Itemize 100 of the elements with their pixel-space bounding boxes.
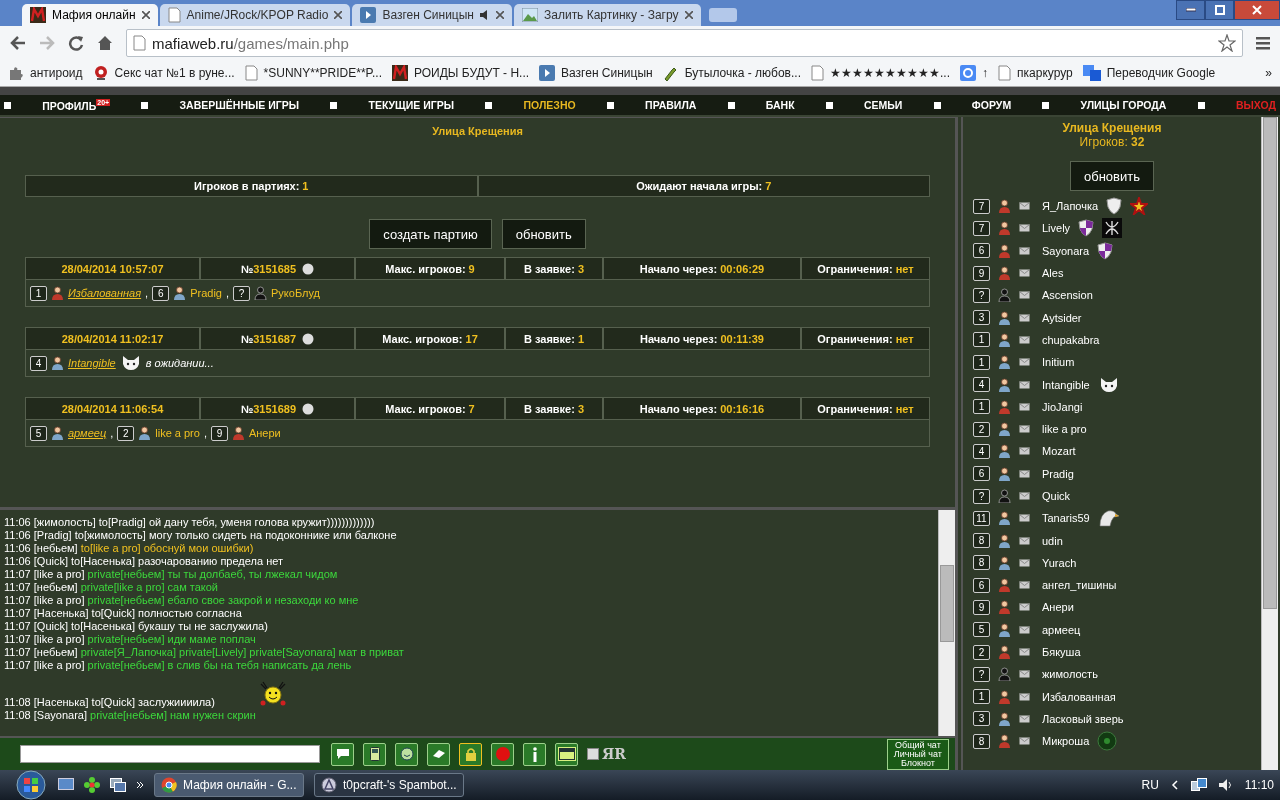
more-bookmarks-button[interactable]: » [1265,66,1272,80]
network-icon[interactable] [1190,778,1207,792]
chevron-icon[interactable] [136,781,144,789]
player-name[interactable]: Pradig [1042,467,1074,480]
mail-icon[interactable] [1019,603,1030,612]
channel-link[interactable]: Общий чат [895,740,941,750]
mail-icon[interactable] [1019,536,1030,545]
mail-icon[interactable] [1019,447,1030,456]
browser-tab[interactable]: Вазген Синицын [352,4,512,26]
browser-tab[interactable]: Залить Картинку - Загру [514,4,701,26]
checkbox[interactable] [587,748,599,760]
player-name[interactable]: Tanaris59 [1042,512,1090,525]
mail-icon[interactable] [1019,358,1030,367]
player-name[interactable]: Quick [1042,490,1071,502]
bookmark[interactable]: Бутылочка - любов... [662,65,801,81]
mail-icon[interactable] [1019,224,1030,233]
action-button[interactable]: создать партию [369,219,492,249]
nav-link[interactable]: ПОЛЕЗНО [523,99,576,111]
player-name[interactable]: Избалованная [1042,690,1116,703]
menu-icon[interactable] [1256,36,1270,50]
player-name[interactable]: Избалованная [68,287,142,299]
channel-link[interactable]: Личный чат [893,749,942,759]
nav-link[interactable]: ФОРУМ [971,99,1012,111]
address-bar[interactable]: mafiaweb.ru/games/main.php [126,29,1243,57]
flower-icon[interactable] [84,777,100,793]
mail-icon[interactable] [1019,581,1030,590]
player-name[interactable]: Ales [1042,267,1064,280]
language-indicator[interactable]: RU [1141,778,1159,792]
player-name[interactable]: Aytsider [1042,311,1082,324]
mail-icon[interactable] [1019,492,1030,500]
tool-button[interactable] [491,742,514,766]
close-icon[interactable] [141,11,150,19]
tool-button[interactable] [363,742,386,766]
close-icon[interactable] [496,11,504,19]
player-name[interactable]: chupakabra [1042,333,1100,346]
mail-icon[interactable] [1019,335,1030,344]
nav-link[interactable]: СЕМЬИ [864,99,903,111]
mail-icon[interactable] [1019,313,1030,322]
player-name[interactable]: Анери [1042,601,1074,614]
player-name[interactable]: Yurach [1042,556,1077,569]
player-name[interactable]: армеец [1042,623,1081,636]
player-name[interactable]: like a pro [1042,423,1087,436]
action-button[interactable]: обновить [501,219,586,249]
bookmark[interactable]: Переводчик Google [1082,65,1216,81]
mail-icon[interactable] [1019,380,1030,389]
player-name[interactable]: Бякуша [1042,646,1081,659]
bookmark[interactable]: антироид [8,65,83,81]
bookmark[interactable]: Секс чат №1 в руне... [92,65,235,81]
nav-link[interactable]: БАНК [765,99,795,111]
tool-button[interactable] [395,742,418,766]
bookmark[interactable]: ↑ [960,65,988,81]
mail-icon[interactable] [1019,402,1030,411]
mail-icon[interactable] [1019,625,1030,634]
nav-link[interactable]: ПРОФИЛЬ$^{20+}$ [42,98,111,112]
player-name[interactable]: Микроша [1042,735,1090,748]
scrollbar[interactable] [1261,117,1278,770]
bookmark-star-icon[interactable] [1218,34,1236,52]
tool-button[interactable] [555,742,578,766]
bookmark[interactable]: Вазген Синицын [539,65,653,81]
close-button[interactable] [1234,0,1280,20]
mail-icon[interactable] [1019,291,1030,300]
mail-icon[interactable] [1019,246,1030,255]
player-name[interactable]: армеец [68,427,107,439]
tool-button[interactable] [331,742,354,766]
nav-link[interactable]: УЛИЦЫ ГОРОДА [1080,99,1167,111]
maximize-button[interactable] [1205,0,1234,20]
bookmark[interactable]: ★★★★★★★★★★... [811,65,950,81]
taskbar-button[interactable]: Мафия онлайн - G... [154,773,304,797]
player-name[interactable]: Я_Лапочка [1042,200,1099,213]
player-name[interactable]: Lively [1042,222,1071,235]
window-switch-icon[interactable] [110,778,126,792]
refresh-button[interactable]: обновить [1070,161,1154,191]
browser-tab[interactable]: Anime/JRock/KPOP Radio [159,4,351,26]
bookmark[interactable]: пкаркурур [998,65,1073,81]
mail-icon[interactable] [1019,269,1030,278]
speaker-icon[interactable] [1218,779,1233,791]
player-name[interactable]: udin [1042,534,1063,547]
nav-link[interactable]: ЗАВЕРШЁННЫЕ ИГРЫ [179,99,300,111]
bookmark[interactable]: РОИДЫ БУДУТ - Н... [392,65,530,81]
nav-link[interactable]: ТЕКУЩИЕ ИГРЫ [368,99,455,111]
close-icon[interactable] [334,11,343,19]
chevron-left-icon[interactable] [1170,780,1179,790]
clock[interactable]: 11:10 [1244,778,1274,792]
mail-icon[interactable] [1019,425,1030,434]
bookmark[interactable]: *SUNNY**PRIDE**P... [244,65,383,81]
start-button[interactable] [14,770,48,800]
player-name[interactable]: жимолость [1042,668,1098,681]
mail-icon[interactable] [1019,670,1030,679]
channel-link[interactable]: Блокнот [900,758,935,768]
scrollbar[interactable] [938,510,955,736]
mail-icon[interactable] [1019,469,1030,478]
player-name[interactable]: Ascension [1042,289,1093,302]
player-name[interactable]: ангел_тишины [1042,579,1117,592]
player-name[interactable]: Intangible [1042,378,1090,391]
mail-icon[interactable] [1019,648,1030,657]
taskbar-button[interactable]: t0pcraft-'s Spambot... [314,773,464,797]
player-name[interactable]: Initium [1042,356,1075,369]
tool-button[interactable] [523,742,546,766]
browser-tab[interactable]: Мафия онлайн [22,4,158,26]
mail-icon[interactable] [1019,514,1030,523]
